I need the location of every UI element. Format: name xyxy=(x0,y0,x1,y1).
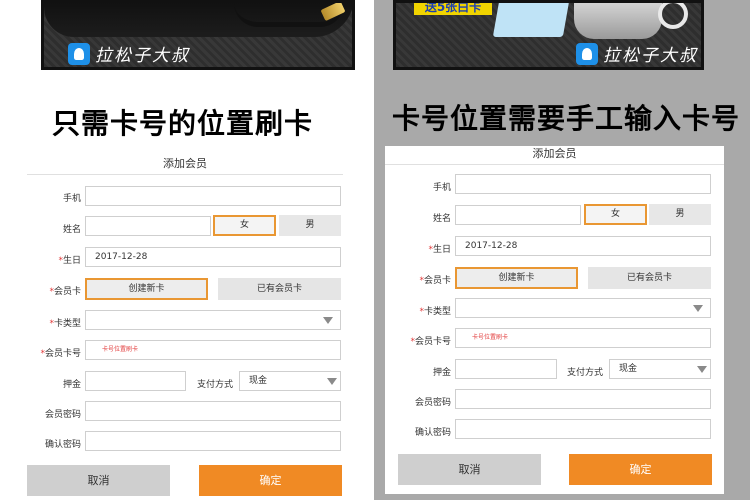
brand-logo-icon xyxy=(576,42,598,65)
phone-input[interactable] xyxy=(85,186,341,206)
confirm-button[interactable]: 确定 xyxy=(569,454,712,485)
cancel-button[interactable]: 取消 xyxy=(27,465,170,496)
blank-cards-image xyxy=(492,3,570,37)
card-number-label-text: 会员卡号 xyxy=(44,349,81,359)
promo-badge: 送5张白卡 xyxy=(414,3,492,15)
title-divider xyxy=(27,174,343,175)
name-label: 姓名 xyxy=(62,225,81,235)
birthday-label-text: 生日 xyxy=(432,245,451,255)
confirm-password-input[interactable] xyxy=(85,431,341,451)
right-heading: 卡号位置需要手工输入卡号 xyxy=(392,102,741,135)
brand-logo: 拉松子大叔 xyxy=(68,41,190,66)
card-number-input[interactable]: 卡号位置刷卡 xyxy=(85,340,341,360)
title-divider xyxy=(385,164,724,165)
cable-coil-image xyxy=(658,3,688,29)
name-input[interactable] xyxy=(85,216,211,236)
brand-logo-text: 拉松子大叔 xyxy=(95,46,190,66)
brand-logo: 拉松子大叔 xyxy=(576,41,698,66)
payment-method-select[interactable]: 现金 xyxy=(239,371,341,391)
payment-method-label: 支付方式 xyxy=(197,380,234,390)
brand-logo-text: 拉松子大叔 xyxy=(603,46,698,66)
gender-female-button[interactable]: 女 xyxy=(584,204,647,225)
gender-female-button[interactable]: 女 xyxy=(213,215,276,236)
chevron-down-icon xyxy=(697,366,707,373)
card-number-label-text: 会员卡号 xyxy=(414,337,451,347)
card-type-label-text: 卡类型 xyxy=(53,319,81,329)
member-card-label-text: 会员卡 xyxy=(423,276,451,286)
confirm-password-label: 确认密码 xyxy=(44,440,81,450)
payment-method-label: 支付方式 xyxy=(567,368,604,378)
birthday-label: *生日 xyxy=(29,253,81,266)
form-title: 添加会员 xyxy=(163,157,207,170)
left-heading: 只需卡号的位置刷卡 xyxy=(52,107,314,140)
birthday-input[interactable]: 2017-12-28 xyxy=(85,247,341,267)
card-number-label: *会员卡号 xyxy=(397,334,451,347)
chevron-down-icon xyxy=(327,378,337,385)
existing-card-button[interactable]: 已有会员卡 xyxy=(218,278,341,300)
existing-card-button[interactable]: 已有会员卡 xyxy=(588,267,711,289)
deposit-label: 押金 xyxy=(432,368,451,378)
chevron-down-icon xyxy=(693,305,703,312)
gender-male-button[interactable]: 男 xyxy=(279,215,341,236)
name-label: 姓名 xyxy=(432,214,451,224)
right-product-banner: 送5张白卡 拉松子大叔 xyxy=(393,0,704,70)
card-type-select[interactable] xyxy=(85,310,341,330)
deposit-input[interactable] xyxy=(455,359,557,379)
confirm-password-label: 确认密码 xyxy=(414,428,451,438)
add-member-form-left: 添加会员 手机 姓名 女 男 *生日 2017-12-28 *会员卡 创建新卡 … xyxy=(27,150,343,496)
birthday-label-text: 生日 xyxy=(62,256,81,266)
add-member-form-right: 添加会员 手机 姓名 女 男 *生日 2017-12-28 *会员卡 创建新卡 … xyxy=(385,146,724,494)
form-title: 添加会员 xyxy=(532,147,577,160)
confirm-button[interactable]: 确定 xyxy=(199,465,342,496)
phone-input[interactable] xyxy=(455,174,711,194)
password-input[interactable] xyxy=(85,401,341,421)
cancel-button[interactable]: 取消 xyxy=(398,454,541,485)
deposit-input[interactable] xyxy=(85,371,186,391)
brand-logo-icon xyxy=(68,42,90,65)
card-type-label-text: 卡类型 xyxy=(423,307,451,317)
phone-label: 手机 xyxy=(432,183,451,193)
birthday-input[interactable]: 2017-12-28 xyxy=(455,236,711,256)
card-type-label: *卡类型 xyxy=(397,304,451,317)
left-product-banner: 拉松子大叔 xyxy=(41,0,355,70)
phone-label: 手机 xyxy=(62,194,81,204)
card-type-label: *卡类型 xyxy=(29,316,81,329)
password-input[interactable] xyxy=(455,389,711,409)
name-input[interactable] xyxy=(455,205,581,225)
card-reader-image xyxy=(574,3,662,39)
chevron-down-icon xyxy=(323,317,333,324)
member-card-label-text: 会员卡 xyxy=(53,287,81,297)
confirm-password-input[interactable] xyxy=(455,419,711,439)
member-card-label: *会员卡 xyxy=(397,273,451,286)
member-card-label: *会员卡 xyxy=(29,284,81,297)
deposit-label: 押金 xyxy=(62,380,81,390)
birthday-label: *生日 xyxy=(397,242,451,255)
card-number-label: *会员卡号 xyxy=(29,346,81,359)
create-card-button[interactable]: 创建新卡 xyxy=(85,278,208,300)
create-card-button[interactable]: 创建新卡 xyxy=(455,267,578,289)
password-label: 会员密码 xyxy=(44,410,81,420)
card-number-input[interactable]: 卡号位置刷卡 xyxy=(455,328,711,348)
card-type-select[interactable] xyxy=(455,298,711,318)
gender-male-button[interactable]: 男 xyxy=(649,204,711,225)
payment-method-select[interactable]: 现金 xyxy=(609,359,711,379)
password-label: 会员密码 xyxy=(414,398,451,408)
